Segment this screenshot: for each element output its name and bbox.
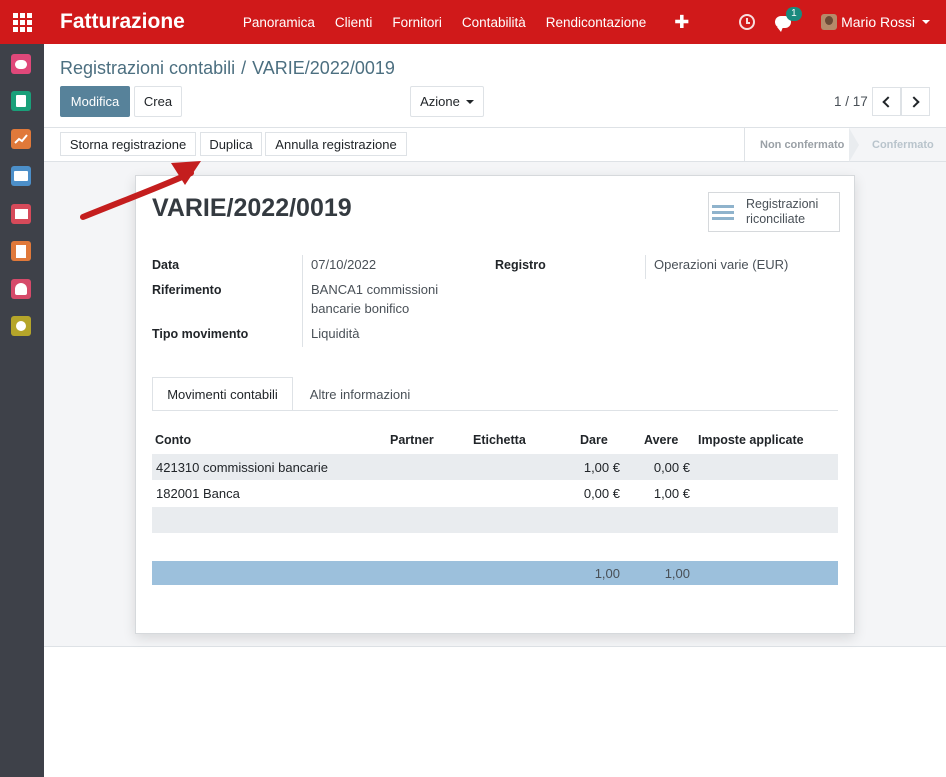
menu-rendicontazione[interactable]: Rendicontazione <box>536 15 657 30</box>
column-credit[interactable]: Avere <box>644 433 678 447</box>
plus-icon[interactable]: ✚ <box>664 12 699 33</box>
form-sheet: VARIE/2022/0019 Registrazioni riconcilia… <box>135 175 855 634</box>
menu-fornitori[interactable]: Fornitori <box>382 15 452 30</box>
apps-menu-button[interactable] <box>0 0 44 44</box>
chevron-right-icon <box>908 95 920 108</box>
card-icon <box>14 171 28 181</box>
top-navbar: Fatturazione Panoramica Clienti Fornitor… <box>0 0 946 44</box>
dashboard-icon <box>15 283 27 295</box>
action-label: Azione <box>420 94 460 109</box>
menu-contabilita[interactable]: Contabilità <box>452 15 536 30</box>
move-type-label: Tipo movimento <box>152 327 249 341</box>
debit-cell: 1,00 € <box>583 460 620 475</box>
contacts-icon <box>16 95 26 107</box>
column-debit[interactable]: Dare <box>580 433 608 447</box>
pager-next-button[interactable] <box>901 87 930 116</box>
sidebar-app-contacts[interactable] <box>11 91 31 111</box>
sidebar-app-invoicing[interactable] <box>11 241 31 261</box>
column-taxes[interactable]: Imposte applicate <box>698 433 804 447</box>
app-title: Fatturazione <box>60 10 185 33</box>
invoice-icon <box>16 244 26 258</box>
breadcrumb-current: VARIE/2022/0019 <box>252 58 395 78</box>
chevron-left-icon <box>882 95 894 108</box>
smart-button-line2: riconciliate <box>746 212 806 226</box>
total-credit: 1,00 <box>664 566 690 581</box>
credit-cell: 1,00 € <box>653 486 690 501</box>
edit-button[interactable]: Modifica <box>60 86 130 117</box>
menu-clienti[interactable]: Clienti <box>325 15 383 30</box>
menu-panoramica[interactable]: Panoramica <box>233 15 325 30</box>
reconciled-entries-button[interactable]: Registrazioni riconciliate <box>708 192 840 232</box>
apps-sidebar <box>0 44 44 777</box>
sidebar-app-inventory[interactable] <box>11 204 31 224</box>
pager-previous-button[interactable] <box>872 87 901 116</box>
column-label[interactable]: Etichetta <box>473 433 526 447</box>
sidebar-app-dashboard[interactable] <box>11 279 31 299</box>
breadcrumb-parent[interactable]: Registrazioni contabili <box>60 58 235 78</box>
smart-button-line1: Registrazioni <box>746 197 819 211</box>
state-draft[interactable]: Non confermato <box>760 128 844 161</box>
list-icon <box>712 202 734 223</box>
account-cell: 421310 commissioni bancarie <box>156 460 328 475</box>
breadcrumb: Registrazioni contabili / VARIE/2022/0019 <box>60 58 395 79</box>
tab-divider <box>152 410 838 411</box>
reference-label: Riferimento <box>152 283 222 297</box>
journal-label: Registro <box>495 258 546 272</box>
table-row[interactable]: 182001 Banca 0,00 € 1,00 € <box>152 480 838 506</box>
sidebar-app-settings[interactable] <box>11 316 31 336</box>
credit-cell: 0,00 € <box>653 460 690 475</box>
column-account[interactable]: Conto <box>155 433 191 447</box>
table-row-empty <box>152 507 838 533</box>
main-menu: Panoramica Clienti Fornitori Contabilità… <box>233 0 700 44</box>
field-separator <box>645 255 646 279</box>
grid-icon <box>12 12 32 32</box>
chart-icon <box>14 134 28 144</box>
tab-journal-items[interactable]: Movimenti contabili <box>152 377 293 411</box>
date-label: Data <box>152 258 180 272</box>
annotation-arrow <box>80 161 201 220</box>
control-panel: Registrazioni contabili / VARIE/2022/0019 … <box>44 44 946 128</box>
box-icon <box>14 209 28 219</box>
reference-line1: BANCA1 commissioni <box>311 282 439 297</box>
column-partner[interactable]: Partner <box>390 433 434 447</box>
user-menu[interactable]: Mario Rossi <box>821 14 930 30</box>
move-type-value: Liquidità <box>311 326 360 341</box>
caret-down-icon <box>465 99 474 104</box>
journal-value: Operazioni varie (EUR) <box>654 257 789 272</box>
cancel-entry-button[interactable]: Annulla registrazione <box>265 132 407 156</box>
settings-icon <box>16 321 26 331</box>
avatar <box>821 14 838 30</box>
systray: 1 Mario Rossi <box>739 0 946 44</box>
status-steps: Non confermato Confermato <box>744 128 946 162</box>
messaging-button[interactable]: 1 <box>775 7 802 32</box>
account-cell: 182001 Banca <box>156 486 240 501</box>
chat-badge: 1 <box>786 7 802 21</box>
breadcrumb-separator: / <box>241 58 247 78</box>
tab-other-info[interactable]: Altre informazioni <box>305 377 415 411</box>
debit-cell: 0,00 € <box>583 486 620 501</box>
total-debit: 1,00 <box>594 566 620 581</box>
field-separator <box>302 255 303 347</box>
sidebar-app-payments[interactable] <box>11 166 31 186</box>
state-arrow <box>849 128 859 162</box>
chat-icon <box>15 59 27 69</box>
sidebar-app-reporting[interactable] <box>11 129 31 149</box>
totals-row: 1,00 1,00 <box>152 561 838 585</box>
caret-down-icon <box>922 20 930 24</box>
action-dropdown[interactable]: Azione <box>410 86 484 117</box>
pager-value[interactable]: 1 / 17 <box>834 94 868 109</box>
table-row[interactable]: 421310 commissioni bancarie 1,00 € 0,00 … <box>152 454 838 480</box>
user-name: Mario Rossi <box>841 14 915 30</box>
reference-line2: bancarie bonifico <box>311 301 410 316</box>
date-value: 07/10/2022 <box>311 257 377 272</box>
create-button[interactable]: Crea <box>134 86 182 117</box>
divider <box>44 646 946 647</box>
reference-value: BANCA1 commissioni bancarie bonifico <box>311 280 438 318</box>
state-confirmed: Confermato <box>872 138 934 151</box>
clock-icon[interactable] <box>739 14 756 30</box>
sidebar-app-discuss[interactable] <box>11 54 31 74</box>
smart-button-text: Registrazioni riconciliate <box>746 197 818 227</box>
